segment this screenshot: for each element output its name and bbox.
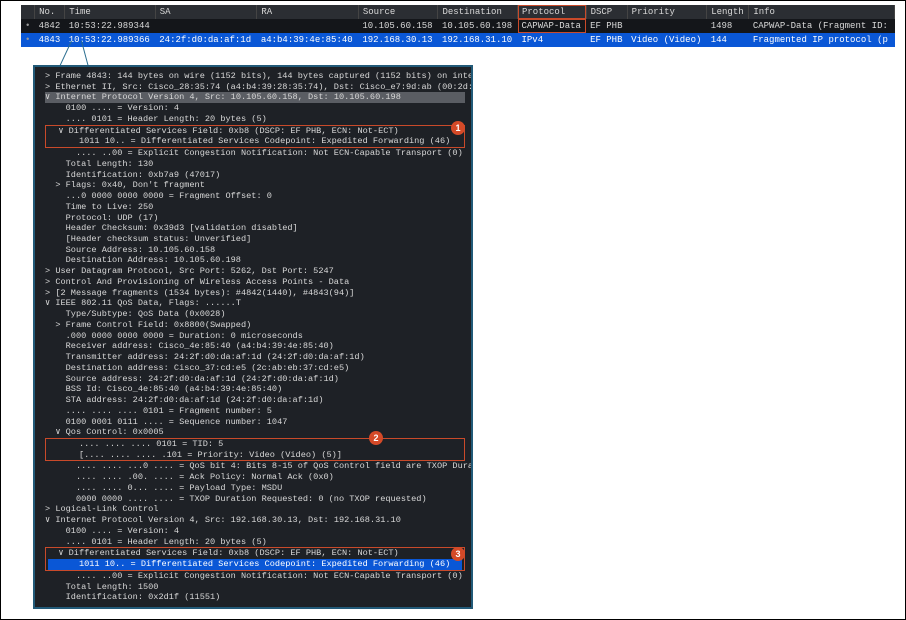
highlight-box-3: ∨ Differentiated Services Field: 0xb8 (D… <box>45 547 465 570</box>
cell-length: 144 <box>707 33 749 47</box>
row-bullet: • <box>21 19 35 33</box>
tree-row[interactable]: Identification: 0xb7a9 (47017) <box>45 170 465 181</box>
tree-row-selected[interactable]: 1011 10.. = Differentiated Services Code… <box>48 559 462 570</box>
tree-row[interactable]: [Header checksum status: Unverified] <box>45 234 465 245</box>
tree-row[interactable]: > Logical-Link Control <box>45 504 465 515</box>
tree-row[interactable]: > Ethernet II, Src: Cisco_28:35:74 (a4:b… <box>45 82 465 93</box>
col-no[interactable]: No. <box>35 5 65 19</box>
cell-destination: 192.168.31.10 <box>438 33 518 47</box>
tree-row[interactable]: BSS Id: Cisco_4e:85:40 (a4:b4:39:4e:85:4… <box>45 384 465 395</box>
tree-row[interactable]: ∨ Internet Protocol Version 4, Src: 10.1… <box>45 92 465 103</box>
highlight-box-1: ∨ Differentiated Services Field: 0xb8 (D… <box>45 125 465 148</box>
packet-detail-tree[interactable]: > Frame 4843: 144 bytes on wire (1152 bi… <box>35 67 471 607</box>
cell-sa <box>155 19 257 33</box>
cell-time: 10:53:22.989344 <box>65 19 156 33</box>
tree-row[interactable]: 0100 .... = Version: 4 <box>45 103 465 114</box>
cell-destination: 10.105.60.198 <box>438 19 518 33</box>
tree-row[interactable]: 0100 .... = Version: 4 <box>45 526 465 537</box>
cell-protocol: IPv4 <box>518 33 587 47</box>
col-source[interactable]: Source <box>358 5 438 19</box>
packet-row[interactable]: • 4842 10:53:22.989344 10.105.60.158 10.… <box>21 19 895 33</box>
col-sa[interactable]: SA <box>155 5 257 19</box>
cell-ra: a4:b4:39:4e:85:40 <box>257 33 359 47</box>
tree-row[interactable]: > Frame 4843: 144 bytes on wire (1152 bi… <box>45 71 465 82</box>
tree-row[interactable]: .... .... .... 0101 = TID: 5 <box>48 439 462 450</box>
tree-row[interactable]: .000 0000 0000 0000 = Duration: 0 micros… <box>45 331 465 342</box>
tree-row[interactable]: .... .... ...0 .... = QoS bit 4: Bits 8-… <box>45 461 465 472</box>
cell-ra <box>257 19 359 33</box>
tree-row[interactable]: Total Length: 130 <box>45 159 465 170</box>
packet-row-selected[interactable]: • 4843 10:53:22.989366 24:2f:d0:da:af:1d… <box>21 33 895 47</box>
tree-row[interactable]: .... .... .00. .... = Ack Policy: Normal… <box>45 472 465 483</box>
packet-table[interactable]: No. Time SA RA Source Destination Protoc… <box>21 5 895 47</box>
highlight-box-2: .... .... .... 0101 = TID: 5 [.... .... … <box>45 438 465 461</box>
tree-row[interactable]: > User Datagram Protocol, Src Port: 5262… <box>45 266 465 277</box>
packet-table-header: No. Time SA RA Source Destination Protoc… <box>21 5 895 19</box>
tree-row[interactable]: Header Checksum: 0x39d3 [validation disa… <box>45 223 465 234</box>
cell-info: Fragmented IP protocol (p <box>749 33 895 47</box>
col-priority[interactable]: Priority <box>627 5 707 19</box>
tree-row[interactable]: ∨ IEEE 802.11 QoS Data, Flags: ......T <box>45 298 465 309</box>
cell-dscp: EF PHB <box>586 19 627 33</box>
tree-row[interactable]: Total Length: 1500 <box>45 582 465 593</box>
tree-row[interactable]: .... ..00 = Explicit Congestion Notifica… <box>45 571 465 582</box>
tree-row[interactable]: Identification: 0x2d1f (11551) <box>45 592 465 603</box>
tree-row[interactable]: ...0 0000 0000 0000 = Fragment Offset: 0 <box>45 191 465 202</box>
cell-sa: 24:2f:d0:da:af:1d <box>155 33 257 47</box>
callout-3: 3 <box>451 547 465 561</box>
tree-row[interactable]: Destination address: Cisco_37:cd:e5 (2c:… <box>45 363 465 374</box>
col-length[interactable]: Length <box>707 5 749 19</box>
col-ra[interactable]: RA <box>257 5 359 19</box>
tree-row[interactable]: Source address: 24:2f:d0:da:af:1d (24:2f… <box>45 374 465 385</box>
cell-no: 4843 <box>35 33 65 47</box>
col-protocol[interactable]: Protocol <box>518 5 587 19</box>
tree-row[interactable]: 0100 0001 0111 .... = Sequence number: 1… <box>45 417 465 428</box>
tree-row[interactable]: Transmitter address: 24:2f:d0:da:af:1d (… <box>45 352 465 363</box>
callout-1: 1 <box>451 121 465 135</box>
cell-length: 1498 <box>707 19 749 33</box>
cell-priority: Video (Video) <box>627 33 707 47</box>
tree-row[interactable]: > [2 Message fragments (1534 bytes): #48… <box>45 288 465 299</box>
tree-row[interactable]: ∨ Differentiated Services Field: 0xb8 (D… <box>48 548 462 559</box>
tree-row[interactable]: 0000 0000 .... .... = TXOP Duration Requ… <box>45 494 465 505</box>
cell-priority <box>627 19 707 33</box>
cell-time: 10:53:22.989366 <box>65 33 156 47</box>
tree-row[interactable]: Time to Live: 250 <box>45 202 465 213</box>
col-info[interactable]: Info <box>749 5 895 19</box>
tree-row[interactable]: .... 0101 = Header Length: 20 bytes (5) <box>45 114 465 125</box>
tree-row[interactable]: Source Address: 10.105.60.158 <box>45 245 465 256</box>
tree-row[interactable]: > Flags: 0x40, Don't fragment <box>45 180 465 191</box>
cell-info: CAPWAP-Data (Fragment ID: <box>749 19 895 33</box>
tree-row[interactable]: Protocol: UDP (17) <box>45 213 465 224</box>
cell-source: 10.105.60.158 <box>358 19 438 33</box>
tree-row[interactable]: > Frame Control Field: 0x8800(Swapped) <box>45 320 465 331</box>
tree-row[interactable]: Receiver address: Cisco_4e:85:40 (a4:b4:… <box>45 341 465 352</box>
tree-row[interactable]: ∨ Differentiated Services Field: 0xb8 (D… <box>48 126 462 137</box>
callout-2: 2 <box>369 431 383 445</box>
tree-row[interactable]: > Control And Provisioning of Wireless A… <box>45 277 465 288</box>
cell-dscp: EF PHB <box>586 33 627 47</box>
packet-list: No. Time SA RA Source Destination Protoc… <box>21 5 895 47</box>
tree-row[interactable]: .... .... 0... .... = Payload Type: MSDU <box>45 483 465 494</box>
tree-row[interactable]: [.... .... .... .101 = Priority: Video (… <box>48 450 462 461</box>
tree-row[interactable]: ∨ Internet Protocol Version 4, Src: 192.… <box>45 515 465 526</box>
tree-row[interactable]: .... .... .... 0101 = Fragment number: 5 <box>45 406 465 417</box>
packet-detail-panel: > Frame 4843: 144 bytes on wire (1152 bi… <box>33 65 473 609</box>
tree-row[interactable]: ∨ Qos Control: 0x0005 <box>45 427 465 438</box>
cell-source: 192.168.30.13 <box>358 33 438 47</box>
tree-row[interactable]: .... 0101 = Header Length: 20 bytes (5) <box>45 537 465 548</box>
tree-row[interactable]: Destination Address: 10.105.60.198 <box>45 255 465 266</box>
col-bullet[interactable] <box>21 5 35 19</box>
col-dscp[interactable]: DSCP <box>586 5 627 19</box>
tree-row[interactable]: .... ..00 = Explicit Congestion Notifica… <box>45 148 465 159</box>
tree-row[interactable]: Type/Subtype: QoS Data (0x0028) <box>45 309 465 320</box>
cell-no: 4842 <box>35 19 65 33</box>
row-bullet: • <box>21 33 35 47</box>
tree-row[interactable]: 1011 10.. = Differentiated Services Code… <box>48 136 462 147</box>
cell-protocol: CAPWAP-Data <box>518 19 587 33</box>
col-destination[interactable]: Destination <box>438 5 518 19</box>
col-time[interactable]: Time <box>65 5 156 19</box>
tree-row[interactable]: STA address: 24:2f:d0:da:af:1d (24:2f:d0… <box>45 395 465 406</box>
